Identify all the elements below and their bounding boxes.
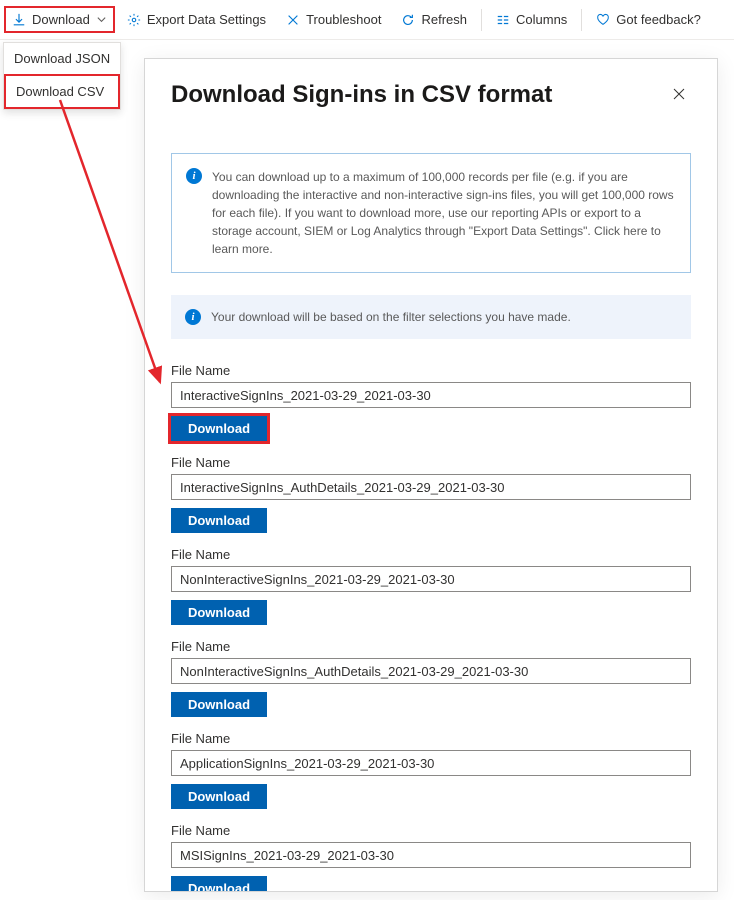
wrench-icon: [286, 13, 300, 27]
file-name-label: File Name: [171, 823, 691, 838]
file-name-input[interactable]: [171, 842, 691, 868]
download-panel: Download Sign-ins in CSV format i You ca…: [144, 58, 718, 892]
file-name-label: File Name: [171, 363, 691, 378]
download-icon: [12, 13, 26, 27]
file-block: File Name Download: [171, 455, 691, 533]
refresh-label: Refresh: [421, 12, 467, 27]
file-name-label: File Name: [171, 639, 691, 654]
export-data-settings-button[interactable]: Export Data Settings: [119, 6, 274, 33]
download-menu-button[interactable]: Download: [4, 6, 115, 33]
file-name-input[interactable]: [171, 474, 691, 500]
command-bar: Download Export Data Settings Troublesho…: [0, 0, 734, 40]
troubleshoot-button[interactable]: Troubleshoot: [278, 6, 389, 33]
download-label: Download: [32, 12, 90, 27]
download-button[interactable]: Download: [171, 416, 267, 441]
info-icon: i: [186, 168, 202, 184]
refresh-button[interactable]: Refresh: [393, 6, 475, 33]
download-csv-item[interactable]: Download CSV: [4, 74, 120, 109]
toolbar-sep: [481, 9, 482, 31]
refresh-icon: [401, 13, 415, 27]
file-block: File Name Download: [171, 363, 691, 441]
info-icon: i: [185, 309, 201, 325]
columns-icon: [496, 13, 510, 27]
download-button[interactable]: Download: [171, 876, 267, 892]
download-dropdown: Download JSON Download CSV: [3, 42, 121, 110]
gear-icon: [127, 13, 141, 27]
file-name-label: File Name: [171, 731, 691, 746]
close-button[interactable]: [667, 82, 691, 109]
info-text: Your download will be based on the filte…: [211, 310, 571, 324]
toolbar-sep: [581, 9, 582, 31]
download-button[interactable]: Download: [171, 508, 267, 533]
info-records-limit: i You can download up to a maximum of 10…: [171, 153, 691, 273]
columns-label: Columns: [516, 12, 567, 27]
file-block: File Name Download: [171, 731, 691, 809]
info-text: You can download up to a maximum of 100,…: [212, 168, 676, 258]
file-name-input[interactable]: [171, 658, 691, 684]
download-button[interactable]: Download: [171, 784, 267, 809]
file-name-label: File Name: [171, 455, 691, 470]
download-button[interactable]: Download: [171, 600, 267, 625]
panel-title: Download Sign-ins in CSV format: [171, 81, 552, 109]
info-filter-notice: i Your download will be based on the fil…: [171, 295, 691, 339]
file-name-label: File Name: [171, 547, 691, 562]
file-name-input[interactable]: [171, 382, 691, 408]
columns-button[interactable]: Columns: [488, 6, 575, 33]
feedback-label: Got feedback?: [616, 12, 701, 27]
troubleshoot-label: Troubleshoot: [306, 12, 381, 27]
download-json-item[interactable]: Download JSON: [4, 43, 120, 74]
file-block: File Name Download: [171, 639, 691, 717]
file-block: File Name Download: [171, 823, 691, 892]
file-name-input[interactable]: [171, 566, 691, 592]
heart-icon: [596, 13, 610, 27]
panel-header: Download Sign-ins in CSV format: [171, 81, 691, 109]
file-name-input[interactable]: [171, 750, 691, 776]
file-block: File Name Download: [171, 547, 691, 625]
feedback-button[interactable]: Got feedback?: [588, 6, 709, 33]
export-label: Export Data Settings: [147, 12, 266, 27]
download-button[interactable]: Download: [171, 692, 267, 717]
close-icon: [671, 86, 687, 102]
chevron-down-icon: [96, 14, 107, 25]
